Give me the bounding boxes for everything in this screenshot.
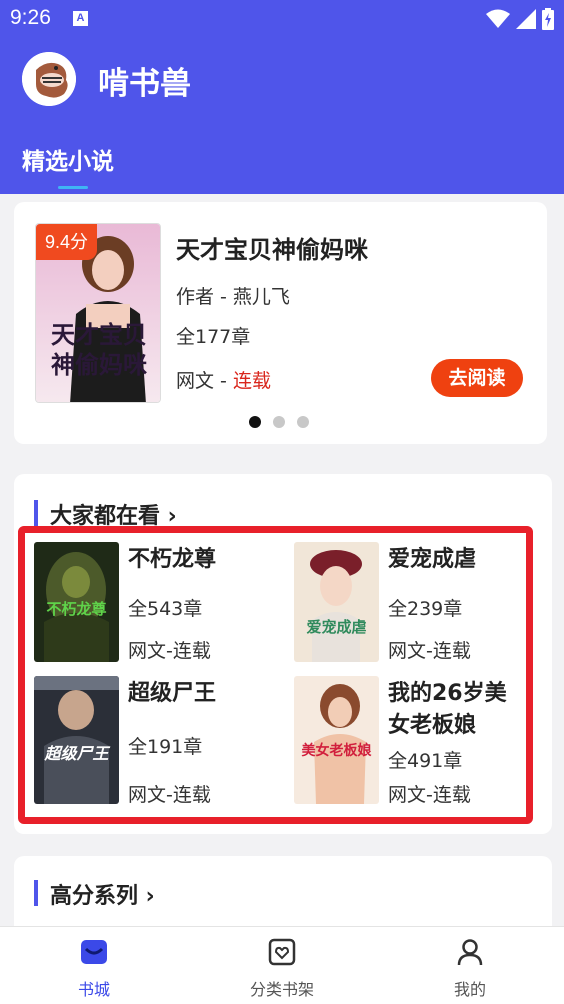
book-item[interactable]: 不朽龙尊 不朽龙尊 全543章 网文-连载 xyxy=(34,542,274,664)
battery-icon xyxy=(542,8,554,30)
status-icons xyxy=(486,8,554,30)
nav-profile[interactable]: 我的 xyxy=(376,927,564,1004)
book-chapters: 全239章 xyxy=(388,598,463,620)
notification-icon: A xyxy=(73,11,88,26)
book-title[interactable]: 爱宠成虐 xyxy=(388,544,476,576)
carousel-dots xyxy=(249,416,309,428)
book-status: 网文-连载 xyxy=(128,640,211,662)
popular-section: 大家都在看 › 不朽龙尊 不朽龙尊 全543章 网文-连载 爱宠成虐 爱宠成虐 … xyxy=(14,474,552,834)
book-cover-text: 美女老板娘 xyxy=(301,743,372,759)
book-item[interactable]: 超级尸王 超级尸王 全191章 网文-连载 xyxy=(34,676,274,806)
book-cover[interactable]: 超级尸王 xyxy=(34,676,119,804)
book-cover-text: 超级尸王 xyxy=(44,744,109,763)
book-cover[interactable]: 不朽龙尊 xyxy=(34,542,119,662)
book-cover-text: 不朽龙尊 xyxy=(46,600,107,618)
book-title[interactable]: 我的26岁美 女老板娘 xyxy=(388,678,507,742)
featured-book-card[interactable]: 天才宝贝神偷妈咪 9.4分 天才宝贝神偷妈咪 作者 - 燕儿飞 全177章 网文… xyxy=(14,202,547,444)
app-title: 啃书兽 xyxy=(98,66,191,102)
featured-cover-text: 天才宝贝神偷妈咪 xyxy=(51,320,147,379)
featured-serial-status: 连载 xyxy=(232,370,271,392)
tab-featured-novels[interactable]: 精选小说 xyxy=(22,142,114,176)
tab-indicator xyxy=(58,186,88,189)
book-title-line-1: 我的26岁美 xyxy=(388,681,507,706)
nav-bookstore[interactable]: 书城 xyxy=(0,927,188,1004)
book-title-line-2: 女老板娘 xyxy=(388,713,477,738)
book-item[interactable]: 美女老板娘 我的26岁美 女老板娘 全491章 网文-连载 xyxy=(294,676,534,806)
featured-book-title[interactable]: 天才宝贝神偷妈咪 xyxy=(176,230,368,265)
section-marker xyxy=(34,880,38,906)
book-cover-text: 爱宠成虐 xyxy=(306,618,367,636)
featured-source: 网文 - xyxy=(176,370,233,392)
section-marker xyxy=(34,500,38,526)
book-status: 网文-连载 xyxy=(388,784,471,806)
profile-icon xyxy=(457,939,483,966)
carousel-dot-2[interactable] xyxy=(273,416,285,428)
nav-shelf-label: 分类书架 xyxy=(249,980,314,999)
app-logo xyxy=(22,52,76,106)
featured-book-author: 作者 - 燕儿飞 xyxy=(176,286,290,308)
featured-book-status: 网文 - 连载 xyxy=(176,366,271,393)
read-button[interactable]: 去阅读 xyxy=(431,359,523,397)
nav-shelf[interactable]: 分类书架 xyxy=(188,927,376,1004)
nav-profile-label: 我的 xyxy=(453,980,486,999)
nav-bookstore-label: 书城 xyxy=(77,980,110,999)
book-status: 网文-连载 xyxy=(388,640,471,662)
app-header: 啃书兽 精选小说 xyxy=(0,38,564,194)
highscore-section-title[interactable]: 高分系列 › xyxy=(50,878,155,910)
bookstore-icon xyxy=(81,940,107,964)
book-title[interactable]: 超级尸王 xyxy=(128,678,216,710)
book-chapters: 全491章 xyxy=(388,750,463,772)
book-cover[interactable]: 爱宠成虐 xyxy=(294,542,379,662)
book-chapters: 全543章 xyxy=(128,598,203,620)
book-cover[interactable]: 美女老板娘 xyxy=(294,676,379,804)
book-title[interactable]: 不朽龙尊 xyxy=(128,544,216,576)
bottom-nav: 书城 分类书架 我的 xyxy=(0,926,564,1004)
book-chapters: 全191章 xyxy=(128,736,203,758)
signal-icon xyxy=(516,9,536,29)
book-status: 网文-连载 xyxy=(128,784,211,806)
status-time: 9:26 xyxy=(10,6,51,29)
shelf-icon xyxy=(268,938,296,966)
score-badge: 9.4分 xyxy=(36,224,97,260)
carousel-dot-1[interactable] xyxy=(249,416,261,428)
carousel-dot-3[interactable] xyxy=(297,416,309,428)
featured-book-chapters: 全177章 xyxy=(176,326,251,348)
book-item[interactable]: 爱宠成虐 爱宠成虐 全239章 网文-连载 xyxy=(294,542,534,664)
wifi-icon xyxy=(486,9,510,28)
status-bar: 9:26 A xyxy=(0,0,564,38)
